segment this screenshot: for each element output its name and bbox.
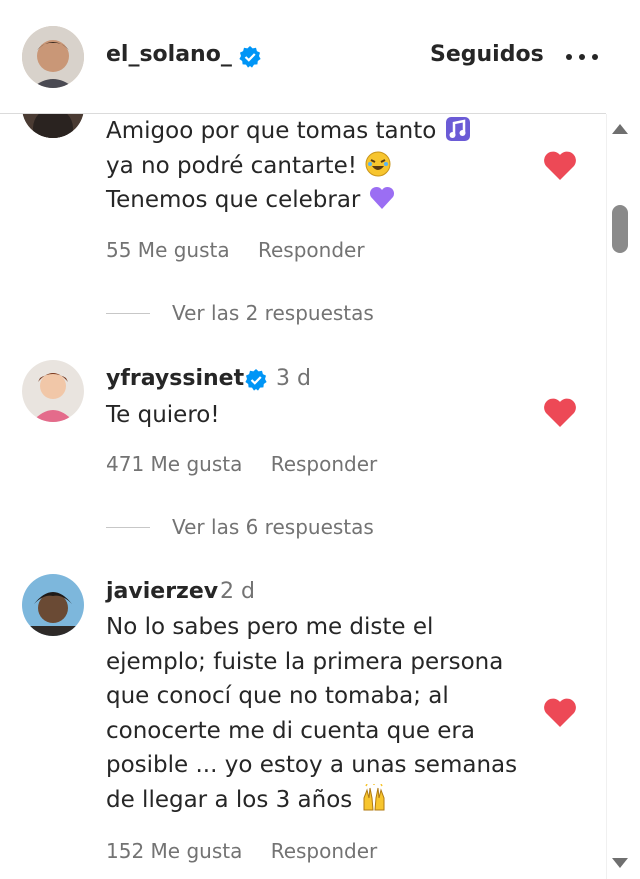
like-count[interactable]: 55 Me gusta bbox=[106, 238, 230, 262]
reply-button[interactable]: Responder bbox=[271, 839, 378, 863]
musical-notes-icon bbox=[444, 115, 472, 143]
comment-meta: 55 Me gusta Responder bbox=[106, 238, 387, 262]
rolling-laughing-face-icon bbox=[364, 150, 392, 178]
comment-time: 2 d bbox=[220, 579, 255, 604]
verified-badge-icon bbox=[239, 46, 261, 68]
raising-hands-icon bbox=[360, 782, 388, 812]
comment-text: No lo sabes pero me diste el ejemplo; fu… bbox=[106, 614, 518, 813]
comments-list: Amigoo por que tomas tanto ya no podré c… bbox=[0, 0, 606, 879]
comment-meta: 152 Me gusta Responder bbox=[106, 839, 399, 863]
divider bbox=[106, 313, 150, 314]
comment-meta: 471 Me gusta Responder bbox=[106, 452, 399, 476]
avatar[interactable] bbox=[22, 574, 84, 636]
avatar[interactable] bbox=[22, 360, 84, 422]
post-header: el_solano_ Seguidos bbox=[0, 0, 606, 114]
purple-heart-icon bbox=[368, 184, 396, 212]
avatar[interactable] bbox=[22, 26, 84, 88]
comment-username[interactable]: yfrayssinet bbox=[106, 366, 244, 391]
divider bbox=[106, 527, 150, 528]
verified-badge-icon bbox=[245, 369, 267, 391]
comment-text: Amigoo por que tomas tanto ya no podré c… bbox=[106, 114, 536, 218]
like-heart-icon[interactable] bbox=[543, 151, 577, 181]
comment-text: Te quiero! bbox=[106, 402, 220, 428]
reply-button[interactable]: Responder bbox=[271, 452, 378, 476]
scroll-down-icon[interactable] bbox=[612, 858, 628, 868]
post-author-username[interactable]: el_solano_ bbox=[106, 42, 232, 67]
scroll-up-icon[interactable] bbox=[612, 124, 628, 134]
more-options-icon[interactable] bbox=[562, 42, 602, 70]
scrollbar-thumb[interactable] bbox=[612, 205, 628, 253]
like-heart-icon[interactable] bbox=[543, 398, 577, 428]
comment-username[interactable]: javierzev bbox=[106, 579, 218, 604]
like-heart-icon[interactable] bbox=[543, 698, 577, 728]
like-count[interactable]: 471 Me gusta bbox=[106, 452, 242, 476]
reply-button[interactable]: Responder bbox=[258, 238, 365, 262]
following-button[interactable]: Seguidos bbox=[430, 42, 544, 67]
like-count[interactable]: 152 Me gusta bbox=[106, 839, 242, 863]
comment-time: 3 d bbox=[276, 366, 311, 391]
